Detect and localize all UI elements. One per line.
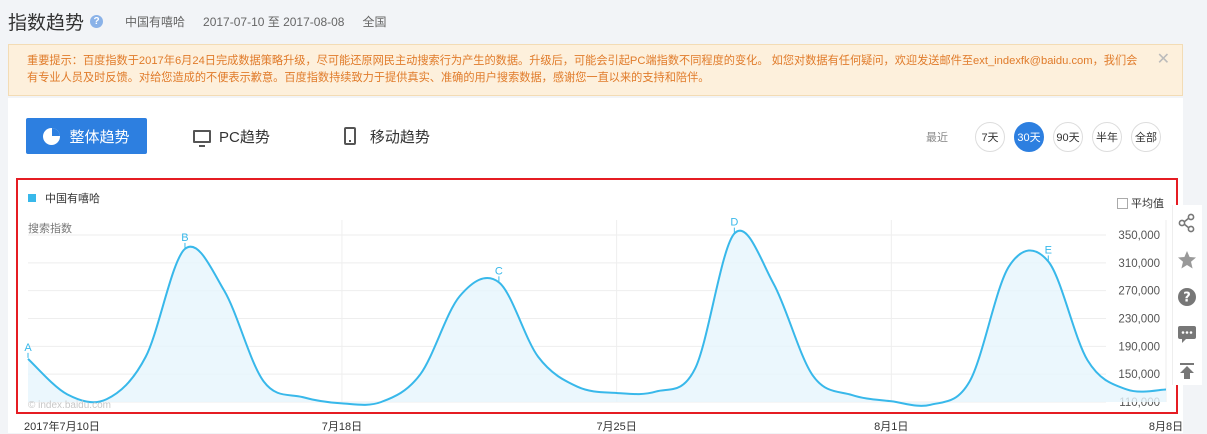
trend-panel: 整体趋势 PC趋势 移动趋势 最近 7天 30天 90天 半年 全部 中国有嘻哈… (8, 98, 1183, 433)
trend-tabs: 整体趋势 PC趋势 移动趋势 (26, 118, 430, 154)
annotation-label-b[interactable]: B (181, 232, 188, 244)
tab-pc-label: PC趋势 (219, 128, 270, 146)
y-tick-label: 350,000 (1118, 230, 1160, 242)
tab-pc[interactable]: PC趋势 (193, 126, 270, 147)
x-tick-label: 8月8日 (1148, 421, 1184, 433)
annotation-label-a[interactable]: A (24, 342, 32, 354)
page-header: 指数趋势 ? 中国有嘻哈 2017-07-10 至 2017-08-08 全国 (0, 0, 1207, 42)
notice-text: 重要提示：百度指数于2017年6月24日完成数据策略升级，尽可能还原网民主动搜索… (27, 55, 1138, 84)
x-tick-label: 8月1日 (874, 421, 909, 433)
chart-plot[interactable]: 350,000 310,000 270,000 230,000 190,000 150,0… (18, 180, 1176, 412)
annotation-label-d[interactable]: D (730, 217, 738, 229)
annotation-label-c[interactable]: C (495, 265, 503, 277)
range-30d-button[interactable]: 30天 (1014, 122, 1044, 152)
y-tick-label: 310,000 (1118, 258, 1160, 270)
tab-mobile[interactable]: 移动趋势 (316, 126, 430, 147)
date-range-label: 2017-07-10 至 2017-08-08 (203, 14, 345, 29)
back-to-top-icon[interactable] (1177, 361, 1197, 381)
tab-overall-label: 整体趋势 (69, 128, 130, 146)
close-icon[interactable]: ✕ (1157, 51, 1170, 68)
trend-chart: 中国有嘻哈 平均值 搜索指数 350,000 310,000 270,000 230,… (16, 178, 1178, 414)
help-circle-icon[interactable]: ? (1177, 287, 1197, 307)
tab-mobile-label: 移动趋势 (369, 128, 430, 146)
x-tick-label: 2017年7月10日 (24, 421, 100, 433)
keyword-label: 中国有嘻哈 (125, 14, 186, 29)
range-all-button[interactable]: 全部 (1131, 122, 1161, 152)
x-axis-labels: 2017年7月10日 7月18日 7月25日 8月1日 8月8日 (0, 418, 1207, 433)
star-icon[interactable] (1177, 250, 1197, 270)
svg-text:?: ? (1183, 291, 1191, 306)
page-title: 指数趋势 (8, 12, 85, 34)
y-tick-label: 230,000 (1118, 314, 1160, 326)
range-90d-button[interactable]: 90天 (1053, 122, 1083, 152)
feedback-icon[interactable] (1177, 324, 1197, 344)
mobile-phone-icon (343, 127, 356, 145)
pie-chart-icon (43, 127, 61, 145)
range-half-year-button[interactable]: 半年 (1092, 122, 1122, 152)
watermark: © index.baidu.com (28, 400, 111, 411)
range-7d-button[interactable]: 7天 (975, 122, 1005, 152)
range-label: 最近 (926, 132, 948, 144)
region-label: 全国 (362, 14, 387, 29)
y-tick-label: 190,000 (1118, 341, 1160, 353)
help-icon[interactable]: ? (90, 14, 104, 28)
share-icon[interactable] (1177, 213, 1197, 233)
time-range-selector: 最近 7天 30天 90天 半年 全部 (926, 122, 1161, 152)
notice-banner: 重要提示：百度指数于2017年6月24日完成数据策略升级，尽可能还原网民主动搜索… (8, 44, 1183, 96)
y-tick-label: 150,000 (1118, 369, 1160, 381)
y-tick-label: 270,000 (1118, 286, 1160, 298)
side-toolbar: ? (1172, 205, 1202, 385)
x-tick-label: 7月18日 (321, 421, 363, 433)
tab-overall[interactable]: 整体趋势 (26, 118, 147, 154)
x-tick-label: 7月25日 (596, 421, 637, 433)
monitor-icon (193, 129, 211, 147)
annotation-label-e[interactable]: E (1045, 244, 1052, 256)
